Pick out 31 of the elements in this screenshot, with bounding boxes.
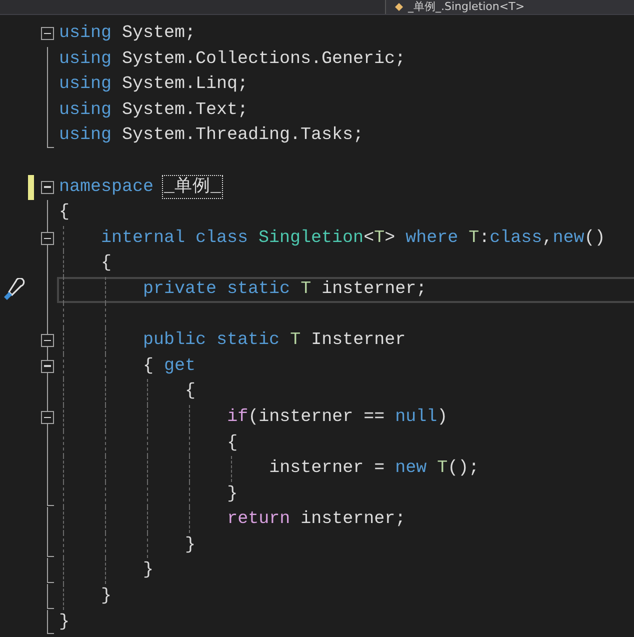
collapse-icon[interactable] (41, 180, 54, 194)
collapse-icon[interactable] (41, 410, 54, 424)
code-line: } (101, 586, 112, 608)
code-line: using System.Linq; (59, 74, 248, 96)
code-line: using System; (59, 23, 196, 45)
code-line: } (143, 560, 154, 582)
code-line: private static T insterner; (143, 278, 427, 301)
code-line: using System.Text; (59, 100, 248, 122)
code-line: { (227, 432, 238, 454)
member-dropdown[interactable]: _单例_.Singletion<T> (386, 0, 634, 14)
code-line: if(insterner == null) (227, 406, 448, 428)
code-line: } (59, 612, 70, 634)
screwdriver-icon[interactable] (2, 278, 26, 302)
code-line: { (59, 202, 70, 224)
code-line: } (227, 484, 238, 506)
class-icon (394, 2, 404, 12)
collapse-icon[interactable] (41, 360, 54, 373)
code-line: { (101, 253, 112, 275)
code-line: namespace _单例_ (59, 176, 222, 198)
collapse-icon[interactable] (41, 334, 54, 348)
code-line: using System.Collections.Generic; (59, 48, 406, 70)
collapse-icon[interactable] (41, 232, 54, 245)
collapse-icon[interactable] (41, 27, 54, 40)
code-line: { get (143, 356, 196, 378)
code-line: using System.Threading.Tasks; (59, 125, 364, 147)
code-line: internal class Singletion<T> where T:class,new() (101, 228, 606, 250)
code-line: public static T Insterner (143, 330, 406, 352)
code-line: { (185, 381, 196, 403)
code-line: insterner = new T(); (269, 458, 480, 480)
code-line: return insterner; (227, 509, 406, 531)
code-line: } (185, 534, 196, 556)
